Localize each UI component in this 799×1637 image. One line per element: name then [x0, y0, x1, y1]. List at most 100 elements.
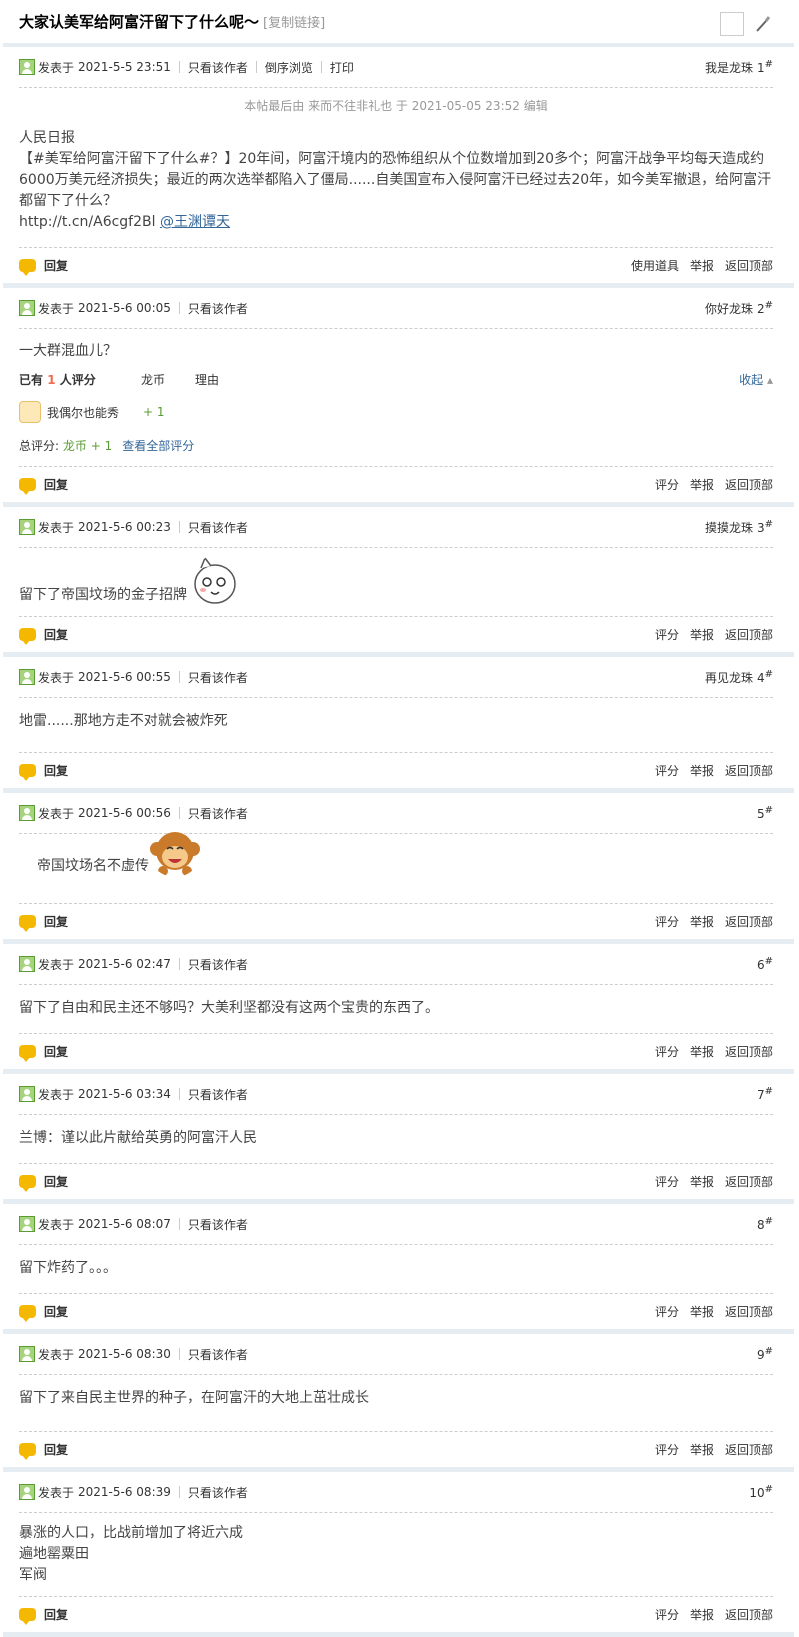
- post-header: 发表于 2021-5-6 00:23 只看该作者 摸摸龙珠 3#: [19, 507, 773, 548]
- post-header: 发表于 2021-5-6 02:47 只看该作者 6#: [19, 944, 773, 985]
- floor-info: 摸摸龙珠 3#: [705, 519, 773, 536]
- floor-number[interactable]: 2#: [757, 300, 773, 316]
- back-to-top-link[interactable]: 返回顶部: [725, 257, 773, 274]
- pen-icon[interactable]: [754, 15, 772, 33]
- post-header: 发表于 2021-5-6 00:05 只看该作者 你好龙珠 2#: [19, 288, 773, 329]
- content-line: 留下了帝国坟场的金子招牌: [19, 587, 187, 603]
- rate-link[interactable]: 评分: [655, 762, 679, 779]
- report-link[interactable]: 举报: [690, 1441, 714, 1458]
- use-tool-link[interactable]: 使用道具: [631, 257, 679, 274]
- rate-link[interactable]: 评分: [655, 1303, 679, 1320]
- reply-button[interactable]: 回复: [44, 1606, 68, 1623]
- back-to-top-link[interactable]: 返回顶部: [725, 476, 773, 493]
- post-floor-3: 发表于 2021-5-6 00:23 只看该作者 摸摸龙珠 3# 留下了帝国坟场…: [3, 507, 794, 657]
- content-line: 兰博：谨以此片献给英勇的阿富汗人民: [19, 1130, 257, 1146]
- back-to-top-link[interactable]: 返回顶部: [725, 913, 773, 930]
- only-author-link[interactable]: 只看该作者: [188, 956, 248, 973]
- report-link[interactable]: 举报: [690, 626, 714, 643]
- report-link[interactable]: 举报: [690, 1606, 714, 1623]
- back-to-top-link[interactable]: 返回顶部: [725, 1606, 773, 1623]
- only-author-link[interactable]: 只看该作者: [188, 300, 248, 317]
- reply-bubble-icon: [19, 1045, 36, 1062]
- only-author-link[interactable]: 只看该作者: [188, 59, 248, 76]
- rate-link[interactable]: 评分: [655, 476, 679, 493]
- floor-number[interactable]: 10#: [749, 1484, 773, 1500]
- rate-link[interactable]: 评分: [655, 913, 679, 930]
- user-icon: [19, 300, 35, 316]
- rate-link[interactable]: 评分: [655, 1441, 679, 1458]
- reverse-order-link[interactable]: 倒序浏览: [265, 59, 313, 76]
- floor-number[interactable]: 4#: [757, 669, 773, 685]
- floor-info: 5#: [757, 805, 773, 821]
- mention-link[interactable]: @王渊谭天: [160, 214, 230, 230]
- only-author-link[interactable]: 只看该作者: [188, 1484, 248, 1501]
- collapse-rating-button[interactable]: 收起 ▴: [739, 371, 773, 388]
- report-link[interactable]: 举报: [690, 476, 714, 493]
- reply-button[interactable]: 回复: [44, 1043, 68, 1060]
- floor-number[interactable]: 7#: [757, 1086, 773, 1102]
- report-link[interactable]: 举报: [690, 1043, 714, 1060]
- reply-button[interactable]: 回复: [44, 762, 68, 779]
- floor-number[interactable]: 3#: [757, 519, 773, 535]
- rater-name[interactable]: 我偶尔也能秀: [47, 404, 143, 421]
- report-link[interactable]: 举报: [690, 913, 714, 930]
- back-to-top-link[interactable]: 返回顶部: [725, 1043, 773, 1060]
- reply-button[interactable]: 回复: [44, 1303, 68, 1320]
- floor-number[interactable]: 1#: [757, 59, 773, 75]
- back-to-top-link[interactable]: 返回顶部: [725, 626, 773, 643]
- rating-total: 总评分: 龙币 + 1 查看全部评分: [19, 437, 195, 454]
- edit-note: 本帖最后由 来而不往非礼也 于 2021-05-05 23:52 编辑: [244, 99, 548, 113]
- back-to-top-link[interactable]: 返回顶部: [725, 1303, 773, 1320]
- report-link[interactable]: 举报: [690, 1303, 714, 1320]
- only-author-link[interactable]: 只看该作者: [188, 805, 248, 822]
- floor-number[interactable]: 6#: [757, 956, 773, 972]
- post-floor-1: 发表于 2021-5-5 23:51 只看该作者 倒序浏览 打印 我是龙珠 1#…: [3, 47, 794, 288]
- only-author-link[interactable]: 只看该作者: [188, 1346, 248, 1363]
- report-link[interactable]: 举报: [690, 1173, 714, 1190]
- copy-link-button[interactable]: [复制链接]: [263, 12, 325, 31]
- thread-page: 大家认美军给阿富汗留下了什么呢～ [复制链接] 发表于 2021-5-5 23:…: [0, 0, 799, 1637]
- report-link[interactable]: 举报: [690, 762, 714, 779]
- floor-number[interactable]: 9#: [757, 1346, 773, 1362]
- only-author-link[interactable]: 只看该作者: [188, 1216, 248, 1233]
- rate-link[interactable]: 评分: [655, 626, 679, 643]
- rate-link[interactable]: 评分: [655, 1173, 679, 1190]
- posted-at-label: 发表于: [38, 806, 75, 821]
- checkbox-icon[interactable]: [720, 12, 744, 36]
- posted-at-label: 发表于: [38, 60, 75, 75]
- view-all-ratings-link[interactable]: 查看全部评分: [122, 437, 194, 454]
- rating-value: + 1: [143, 405, 165, 419]
- post-footer: 回复 评分 举报 返回顶部: [19, 616, 773, 652]
- post-floor-8: 发表于 2021-5-6 08:07 只看该作者 8# 留下炸药了。。。 回复 …: [3, 1204, 794, 1334]
- reply-button[interactable]: 回复: [44, 1173, 68, 1190]
- avatar[interactable]: [19, 401, 41, 423]
- short-link[interactable]: http://t.cn/A6cgf2Bl: [19, 214, 156, 230]
- only-author-link[interactable]: 只看该作者: [188, 519, 248, 536]
- floor-nickname: 摸摸龙珠: [704, 520, 753, 535]
- floor-number[interactable]: 5#: [757, 805, 773, 821]
- reply-button[interactable]: 回复: [44, 626, 68, 643]
- print-link[interactable]: 打印: [330, 59, 354, 76]
- reply-button[interactable]: 回复: [44, 476, 68, 493]
- content-line: 一大群混血儿？: [19, 343, 117, 359]
- reply-button[interactable]: 回复: [44, 913, 68, 930]
- report-link[interactable]: 举报: [690, 257, 714, 274]
- reply-button[interactable]: 回复: [44, 257, 68, 274]
- rate-link[interactable]: 评分: [655, 1606, 679, 1623]
- back-to-top-link[interactable]: 返回顶部: [725, 1173, 773, 1190]
- post-footer: 回复 使用道具 举报 返回顶部: [19, 247, 773, 283]
- rate-link[interactable]: 评分: [655, 1043, 679, 1060]
- content-line: 留下了来自民主世界的种子，在阿富汗的大地上茁壮成长: [19, 1390, 369, 1406]
- only-author-link[interactable]: 只看该作者: [188, 669, 248, 686]
- post-content: 留下了帝国坟场的金子招牌: [19, 548, 773, 616]
- user-icon: [19, 669, 35, 685]
- floor-number[interactable]: 8#: [757, 1216, 773, 1232]
- back-to-top-link[interactable]: 返回顶部: [725, 1441, 773, 1458]
- content-line: 【#美军给阿富汗留下了什么#？】20年间，阿富汗境内的恐怖组织从个位数增加到20…: [19, 151, 772, 209]
- post-content: 留下了自由和民主还不够吗？大美利坚都没有这两个宝贵的东西了。: [19, 985, 773, 1033]
- back-to-top-link[interactable]: 返回顶部: [725, 762, 773, 779]
- posted-at-label: 发表于: [38, 1347, 75, 1362]
- only-author-link[interactable]: 只看该作者: [188, 1086, 248, 1103]
- post-footer: 回复 评分 举报 返回顶部: [19, 1033, 773, 1069]
- reply-button[interactable]: 回复: [44, 1441, 68, 1458]
